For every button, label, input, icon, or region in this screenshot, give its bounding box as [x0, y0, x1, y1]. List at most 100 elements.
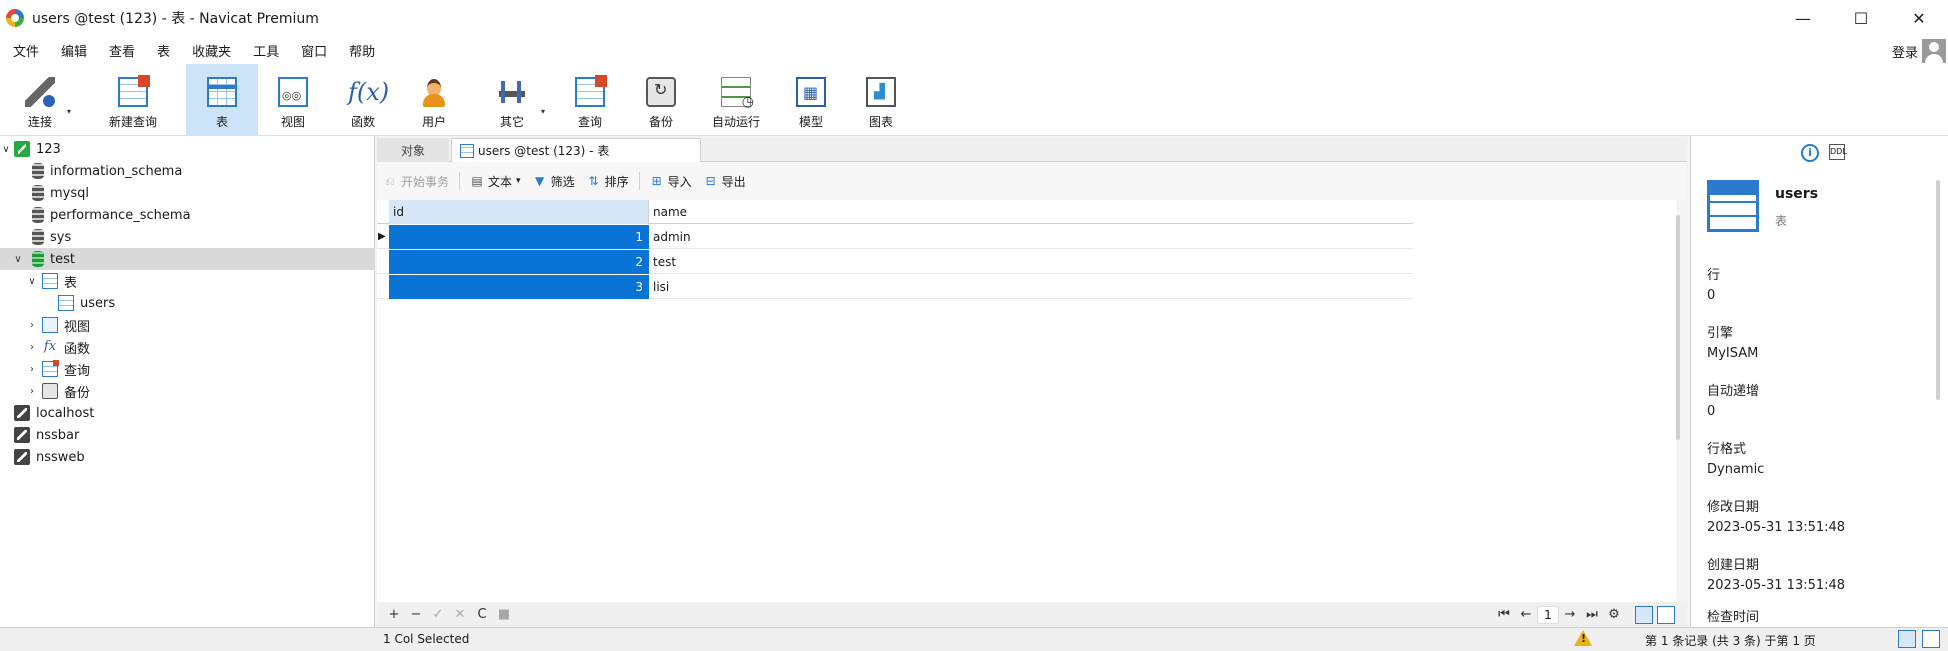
apply-changes-button[interactable]: ✓ [427, 607, 449, 622]
warning-icon[interactable] [1574, 630, 1592, 648]
menu-bar: 文件 编辑 查看 表 收藏夹 工具 窗口 帮助 登录 [0, 36, 1948, 64]
tree-db-information-schema[interactable]: information_schema [0, 160, 375, 182]
chevron-right-icon[interactable]: › [26, 320, 38, 331]
menu-window[interactable]: 窗口 [292, 41, 336, 60]
cell-id[interactable]: 1 [389, 225, 649, 249]
menu-favorites[interactable]: 收藏夹 [183, 41, 240, 60]
minimize-button[interactable]: — [1774, 0, 1832, 36]
tree-connection-localhost[interactable]: localhost [0, 402, 375, 424]
table-row[interactable]: 3 lisi [377, 275, 1413, 299]
menu-help[interactable]: 帮助 [340, 41, 384, 60]
grid-vertical-scrollbar[interactable] [1676, 215, 1680, 440]
cell-name[interactable]: test [653, 250, 676, 274]
table-group-icon [42, 273, 58, 289]
chevron-right-icon[interactable]: › [26, 364, 38, 375]
tree-db-sys[interactable]: sys [0, 226, 375, 248]
last-page-button[interactable]: ⏭ [1581, 607, 1603, 622]
panel-left-icon[interactable] [1898, 630, 1916, 648]
status-view-toggles [1898, 630, 1940, 648]
tab-objects[interactable]: 对象 [377, 138, 449, 162]
tree-connection-nssbar[interactable]: nssbar [0, 424, 375, 446]
refresh-button[interactable]: C [471, 607, 493, 622]
table-row[interactable]: 2 test [377, 250, 1413, 274]
maximize-button[interactable]: ☐ [1832, 0, 1890, 36]
chevron-right-icon[interactable]: › [26, 386, 38, 397]
info-panel-scrollbar[interactable] [1936, 180, 1940, 400]
prev-page-button[interactable]: ← [1515, 607, 1537, 622]
model-button[interactable]: 模型 [776, 64, 846, 136]
cell-id[interactable]: 2 [389, 250, 649, 274]
stop-button[interactable]: ■ [493, 607, 515, 622]
cell-name[interactable]: admin [653, 225, 691, 249]
form-view-icon[interactable] [1657, 605, 1675, 624]
cell-id[interactable]: 3 [389, 275, 649, 299]
sort-icon: ⇅ [588, 174, 599, 188]
tree-connection-nssweb[interactable]: nssweb [0, 446, 375, 468]
view-button[interactable]: 视图 [258, 64, 328, 136]
database-label: test [50, 251, 75, 267]
user-button[interactable]: 用户 [398, 64, 470, 136]
tree-group-backups[interactable]: › 备份 [0, 380, 375, 402]
tree-group-tables[interactable]: ∨ 表 [0, 270, 375, 292]
menu-table[interactable]: 表 [148, 41, 179, 60]
connect-button[interactable]: ▾ 连接 [0, 64, 80, 136]
tree-db-test[interactable]: ∨ test [0, 248, 375, 270]
info-icon[interactable]: i [1801, 144, 1819, 162]
first-page-button[interactable]: ⏮ [1493, 607, 1515, 622]
toolbar-divider [638, 172, 640, 190]
tree-table-users[interactable]: users [0, 292, 375, 314]
tab-users-table[interactable]: users @test (123) - 表 [451, 138, 701, 162]
add-record-button[interactable]: + [383, 607, 405, 622]
auto-run-button[interactable]: 自动运行 [696, 64, 776, 136]
function-button[interactable]: f(x) 函数 [328, 64, 398, 136]
discard-changes-button[interactable]: ✕ [449, 607, 471, 622]
page-number-input[interactable]: 1 [1537, 605, 1559, 624]
plug-icon: ▾ [25, 77, 71, 116]
table-row[interactable]: ▶ 1 admin [377, 225, 1413, 249]
chevron-right-icon[interactable]: › [26, 342, 38, 353]
menu-edit[interactable]: 编辑 [52, 41, 96, 60]
info-label-rows: 行 [1707, 268, 1721, 283]
tree-connection-123[interactable]: ∨ 123 [0, 138, 375, 160]
grid-view-icon[interactable] [1635, 605, 1653, 624]
close-button[interactable]: ✕ [1890, 0, 1948, 36]
connect-label: 连接 [27, 115, 52, 129]
tree-group-views[interactable]: › 视图 [0, 314, 375, 336]
text-button[interactable]: ▤ 文本 ▾ [464, 169, 527, 193]
cell-name[interactable]: lisi [653, 275, 669, 299]
nav-settings-icon[interactable]: ⚙ [1603, 607, 1625, 622]
column-header-id[interactable]: id [389, 200, 649, 224]
export-button[interactable]: ⊟ 导出 [698, 169, 752, 193]
filter-button[interactable]: ▼ 筛选 [527, 169, 581, 193]
chart-button[interactable]: 图表 [846, 64, 916, 136]
tree-group-queries[interactable]: › 查询 [0, 358, 375, 380]
begin-transaction-button[interactable]: ⎌ 开始事务 [377, 169, 455, 193]
new-query-button[interactable]: 新建查询 [80, 64, 186, 136]
table-button[interactable]: 表 [186, 64, 258, 136]
connect-dropdown-icon[interactable]: ▾ [67, 107, 71, 116]
query-button[interactable]: 查询 [554, 64, 626, 136]
ddl-icon[interactable]: DDL [1829, 144, 1847, 160]
chevron-down-icon[interactable]: ∨ [12, 254, 24, 265]
delete-record-button[interactable]: − [405, 607, 427, 622]
import-button[interactable]: ⊞ 导入 [644, 169, 698, 193]
other-button[interactable]: ▾ 其它 [470, 64, 554, 136]
avatar-icon[interactable] [1922, 39, 1946, 63]
tree-db-mysql[interactable]: mysql [0, 182, 375, 204]
login-link[interactable]: 登录 [1892, 42, 1918, 61]
sort-button[interactable]: ⇅ 排序 [581, 169, 635, 193]
text-dropdown-icon[interactable]: ▾ [516, 176, 521, 186]
menu-view[interactable]: 查看 [100, 41, 144, 60]
panel-right-icon[interactable] [1922, 630, 1940, 648]
other-dropdown-icon[interactable]: ▾ [541, 107, 545, 116]
chevron-down-icon[interactable]: ∨ [0, 144, 12, 155]
info-value-modified-date: 2023-05-31 13:51:48 [1707, 520, 1846, 535]
menu-tools[interactable]: 工具 [244, 41, 288, 60]
chevron-down-icon[interactable]: ∨ [26, 276, 38, 287]
next-page-button[interactable]: → [1559, 607, 1581, 622]
tree-db-performance-schema[interactable]: performance_schema [0, 204, 375, 226]
column-header-name[interactable]: name [649, 200, 1413, 224]
tree-group-functions[interactable]: › fx 函数 [0, 336, 375, 358]
backup-button[interactable]: 备份 [626, 64, 696, 136]
menu-file[interactable]: 文件 [4, 41, 48, 60]
